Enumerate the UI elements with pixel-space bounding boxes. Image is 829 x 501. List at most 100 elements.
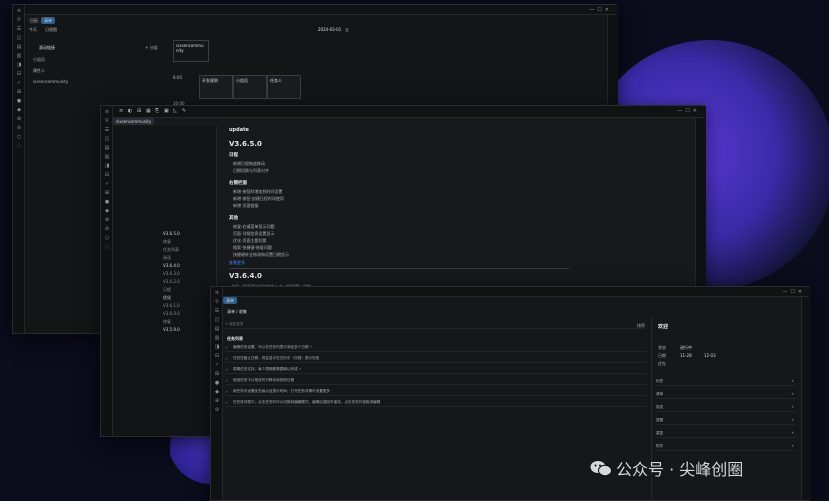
plus-icon[interactable]: + (791, 403, 794, 412)
sidebar-icon[interactable]: ⊟ (211, 352, 223, 360)
plus-icon[interactable]: + (791, 416, 794, 425)
plus-icon[interactable]: + (791, 429, 794, 438)
detail-field[interactable]: 清单 + (656, 390, 796, 399)
detail-field[interactable]: 描述 + (656, 403, 796, 412)
sidebar-icon[interactable]: ◨ (13, 61, 25, 69)
toolbar-icon[interactable]: ▣ (164, 106, 169, 116)
detail-field[interactable]: 提醒 + (656, 416, 796, 425)
more-link[interactable]: 查看更多 (229, 260, 245, 266)
window-controls[interactable]: —☐✕ (782, 287, 805, 297)
sidebar-icon[interactable]: ▤ (101, 144, 113, 152)
tab-calendar[interactable]: 日历 (27, 17, 41, 24)
plus-icon[interactable]: + (791, 442, 794, 451)
checkbox-icon[interactable]: ✓ (225, 365, 228, 374)
toolbar-icon[interactable]: ≡ (119, 106, 123, 116)
tab-update[interactable]: sixsencommunity (113, 118, 155, 125)
sidebar-icon[interactable]: ⚲ (13, 16, 25, 24)
sidebar-icon[interactable]: ◌ (101, 243, 113, 251)
sidebar-icon[interactable]: ◌ (13, 142, 25, 150)
date-to[interactable]: 12-03 (704, 353, 716, 358)
sidebar-icon[interactable]: ⊞ (211, 370, 223, 378)
version-nav-item[interactable]: V3.6.3.0 (163, 271, 180, 276)
sidebar-icon[interactable]: ● (211, 379, 223, 387)
sidebar-icon[interactable]: ▥ (13, 52, 25, 60)
sidebar-icon[interactable]: ⊘ (13, 124, 25, 132)
task-row[interactable]: ✓ 任务在截止日期，将会显示在日历中（日程）提示完成 (225, 354, 647, 363)
toolbar-icon[interactable]: ⊞ (137, 106, 141, 116)
version-nav-item[interactable]: V3.6.2.0 (163, 279, 180, 284)
toolbar-icon[interactable]: ✎ (182, 106, 186, 116)
plus-icon[interactable]: + (791, 377, 794, 386)
version-nav-item[interactable]: 修复 (163, 239, 171, 245)
sidebar-icon[interactable]: ◨ (211, 343, 223, 351)
list-item[interactable]: sixsencommunity (33, 79, 68, 84)
checkbox-icon[interactable]: ✓ (225, 343, 228, 352)
sidebar-icon[interactable]: ● (101, 198, 113, 206)
sidebar-icon[interactable]: ⚲ (211, 298, 223, 306)
window-controls[interactable]: —☐✕ (589, 5, 612, 15)
sidebar-icon[interactable]: ≡ (101, 108, 113, 116)
sidebar-icon[interactable]: ◫ (211, 316, 223, 324)
checkbox-icon[interactable]: ✓ (225, 354, 228, 363)
sidebar-icon[interactable]: ⊟ (101, 171, 113, 179)
task-row[interactable]: ✓ 在任务列表中，点击任务时可以切换到编辑模式，编辑后按回车保存，点击任务外部取消… (225, 398, 647, 407)
sidebar-icon[interactable]: ○ (101, 234, 113, 242)
sidebar-icon[interactable]: ▤ (211, 325, 223, 333)
sidebar-icon[interactable]: ⊘ (101, 225, 113, 233)
task-row[interactable]: ✓ 周期任务支持，每个周期都需要确认完成 ✓ (225, 365, 647, 374)
sidebar-icon[interactable]: ▤ (13, 43, 25, 51)
tab-list[interactable]: 清单 (223, 297, 237, 304)
sidebar-icon[interactable]: ☰ (13, 25, 25, 33)
task-row[interactable]: ✓ 编辑任务设置，可以在任务列表中添加多个日期 ✓ (225, 343, 647, 352)
window-controls[interactable]: —☐✕ (677, 106, 700, 116)
checkbox-icon[interactable]: ✓ (225, 398, 228, 407)
sidebar-icon[interactable]: ◫ (101, 135, 113, 143)
plus-icon[interactable]: + (791, 390, 794, 399)
view-select[interactable]: 日视图 (45, 27, 57, 33)
sort-button[interactable]: 排序 (637, 323, 645, 329)
sidebar-icon[interactable]: ≡ (211, 289, 223, 297)
sidebar-icon[interactable]: ◆ (101, 207, 113, 215)
grid-cell[interactable]: 小组员 (233, 75, 267, 99)
add-group-button[interactable]: + 分组 (145, 45, 158, 51)
detail-field[interactable]: 重复 + (656, 429, 796, 438)
status-value[interactable]: 进行中 (680, 345, 692, 351)
checkbox-icon[interactable]: ✓ (225, 387, 228, 396)
list-item[interactable]: 小组员 (33, 57, 45, 63)
today-button[interactable]: 今天 (29, 27, 37, 33)
sidebar-icon[interactable]: ⊕ (101, 216, 113, 224)
grid-cell[interactable]: 任务人 (267, 75, 301, 99)
sidebar-icon[interactable]: ⚲ (101, 117, 113, 125)
version-nav-item[interactable]: 任务列表 (163, 247, 179, 253)
list-item[interactable]: 属性人 (33, 68, 45, 74)
detail-field[interactable]: 标签 + (656, 377, 796, 386)
version-nav-item[interactable]: V3.5.9.0 (163, 327, 180, 332)
sidebar-icon[interactable]: ⊞ (13, 88, 25, 96)
add-task-input[interactable]: + 添加任务 (225, 320, 645, 329)
version-nav-item[interactable]: 优化 (163, 295, 171, 301)
sidebar-icon[interactable]: ▥ (211, 334, 223, 342)
task-row[interactable]: ✓ 使用任务卡片拖放时可移动到其他日期 (225, 376, 647, 385)
version-nav-item[interactable]: 阅读 (163, 255, 171, 261)
sidebar-icon[interactable]: ✓ (13, 79, 25, 87)
sidebar-icon[interactable]: ⊕ (211, 397, 223, 405)
toolbar-icon[interactable]: ◺ (173, 106, 177, 116)
task-row[interactable]: ✓ 新任务可设置优先级以及提示时间，打开任务详情可设置更多 (225, 387, 647, 396)
sidebar-icon[interactable]: ☰ (211, 307, 223, 315)
sidebar-icon[interactable]: ◫ (13, 34, 25, 42)
detail-field[interactable]: 附件 + (656, 442, 796, 451)
toolbar-icon[interactable]: ◐ (128, 106, 132, 116)
sidebar-icon[interactable]: ◨ (101, 162, 113, 170)
toolbar-icon[interactable]: ▦ (146, 106, 151, 116)
version-nav-item[interactable]: V3.6.1.0 (163, 303, 180, 308)
sidebar-icon[interactable]: ● (13, 97, 25, 105)
date-from[interactable]: 11-28 (680, 353, 692, 358)
sidebar-icon[interactable]: ⊘ (211, 406, 223, 414)
toolbar-icon[interactable]: ⎘ (155, 106, 159, 116)
sidebar-icon[interactable]: ✓ (101, 180, 113, 188)
sidebar-icon[interactable]: ≡ (13, 7, 25, 15)
grid-cell[interactable]: 开发规则 (199, 75, 233, 99)
sidebar-icon[interactable]: ☰ (101, 126, 113, 134)
sidebar-icon[interactable]: ◆ (211, 388, 223, 396)
version-nav-item[interactable]: 修复 (163, 319, 171, 325)
